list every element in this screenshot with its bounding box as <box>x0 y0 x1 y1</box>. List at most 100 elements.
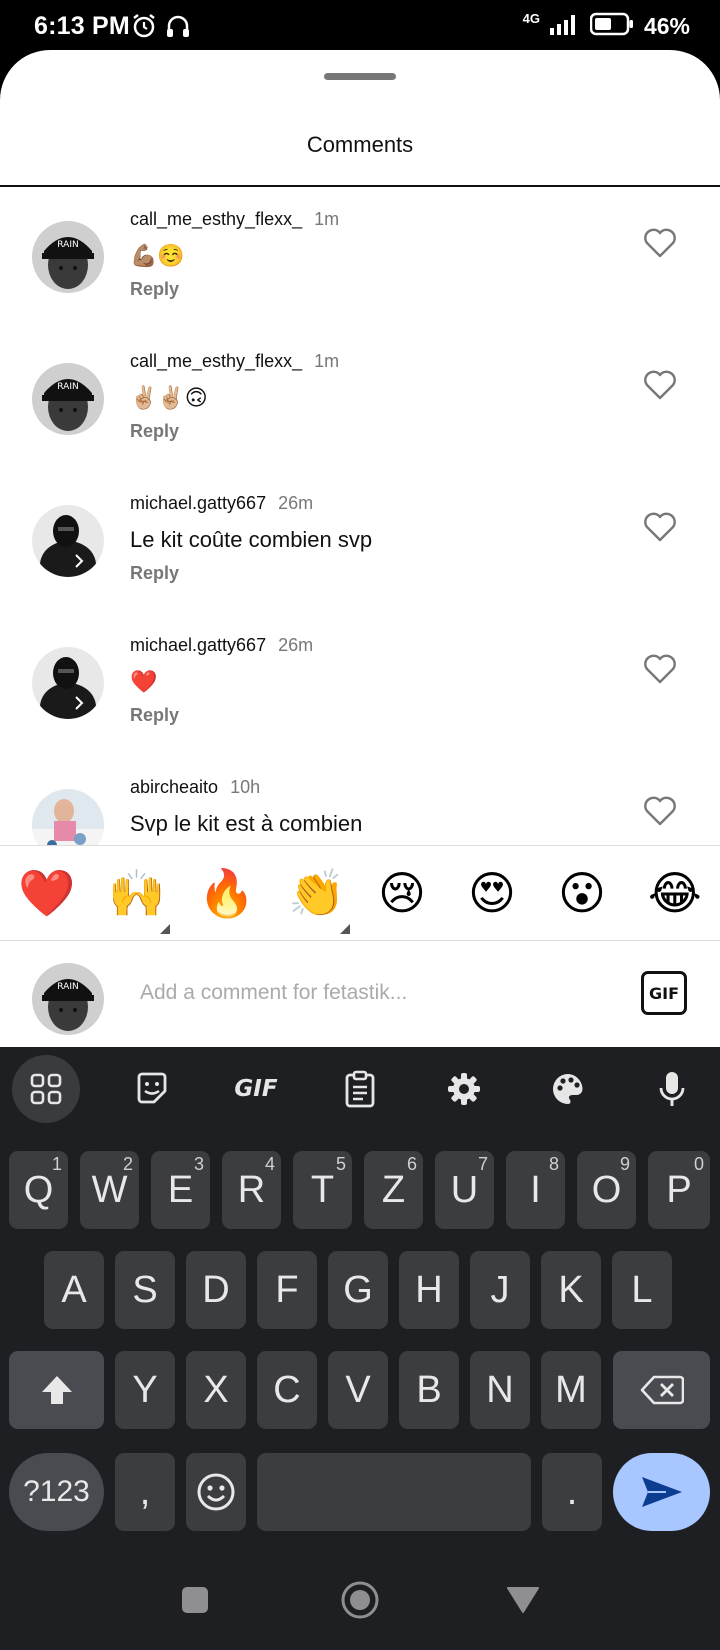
comma-key[interactable]: , <box>115 1453 175 1531</box>
emoji-crying[interactable]: 😢 <box>378 870 426 916</box>
status-time: 6:13 PM <box>34 12 130 40</box>
key-u[interactable]: U7 <box>435 1151 494 1229</box>
comments-sheet: Comments RAIN call_me_esthy_flexx_ 1m 💪🏽☺… <box>0 50 720 1047</box>
period-key[interactable]: . <box>542 1453 602 1531</box>
comment-username[interactable]: michael.gatty667 <box>130 635 266 655</box>
key-k[interactable]: K <box>541 1251 601 1329</box>
settings-gear-icon[interactable] <box>430 1055 498 1123</box>
emoji-laughing-tears[interactable]: 😂 <box>648 870 702 916</box>
key-o[interactable]: O9 <box>577 1151 636 1229</box>
key-b[interactable]: B <box>399 1351 459 1429</box>
comment-input[interactable] <box>140 975 600 1011</box>
comment-item: michael.gatty667 26m ❤️ Reply <box>0 613 720 755</box>
apps-grid-icon[interactable] <box>12 1055 80 1123</box>
comment-item: michael.gatty667 26m Le kit coûte combien… <box>0 471 720 613</box>
microphone-icon[interactable] <box>638 1055 706 1123</box>
sheet-title: Comments <box>306 132 414 157</box>
key-s[interactable]: S <box>115 1251 175 1329</box>
reply-button[interactable]: Reply <box>130 279 179 300</box>
like-heart-icon[interactable] <box>643 370 677 400</box>
key-j[interactable]: J <box>470 1251 530 1329</box>
backspace-icon <box>640 1375 684 1405</box>
system-nav-bar <box>0 1552 720 1650</box>
like-heart-icon[interactable] <box>643 228 677 258</box>
recents-square-icon[interactable] <box>181 1586 209 1619</box>
avatar[interactable] <box>32 647 104 719</box>
emoji-quick-bar: ❤️ 🙌 🔥 👏 😢 😍 😮 😂 <box>0 850 720 940</box>
emoji-key[interactable] <box>186 1453 246 1531</box>
key-g[interactable]: G <box>328 1251 388 1329</box>
back-triangle-icon[interactable] <box>506 1586 540 1619</box>
like-heart-icon[interactable] <box>643 654 677 684</box>
reply-button[interactable]: Reply <box>130 705 179 726</box>
shift-arrow-icon <box>41 1376 72 1404</box>
comment-username[interactable]: call_me_esthy_flexx_ <box>130 351 302 371</box>
gif-button[interactable]: GIF <box>641 971 687 1015</box>
emoji-clapping[interactable]: 👏 <box>288 870 345 916</box>
reply-button[interactable]: Reply <box>130 563 179 584</box>
key-h[interactable]: H <box>399 1251 459 1329</box>
comment-item: RAIN call_me_esthy_flexx_ 1m 💪🏽☺️ Reply <box>0 187 720 329</box>
key-m[interactable]: M <box>541 1351 601 1429</box>
comment-composer: RAIN GIF <box>0 941 720 1047</box>
clipboard-icon[interactable] <box>326 1055 394 1123</box>
svg-text:RAIN: RAIN <box>57 982 78 992</box>
backspace-key[interactable] <box>613 1351 710 1429</box>
key-e[interactable]: E3 <box>151 1151 210 1229</box>
shift-key[interactable] <box>9 1351 104 1429</box>
theme-palette-icon[interactable] <box>534 1055 602 1123</box>
key-v[interactable]: V <box>328 1351 388 1429</box>
alarm-icon <box>130 12 158 45</box>
key-n[interactable]: N <box>470 1351 530 1429</box>
svg-text:RAIN: RAIN <box>57 382 78 392</box>
emoji-divider-top <box>0 845 720 846</box>
gif-icon[interactable]: GIF <box>222 1055 290 1123</box>
like-heart-icon[interactable] <box>643 796 677 826</box>
key-w[interactable]: W2 <box>80 1151 139 1229</box>
key-a[interactable]: A <box>44 1251 104 1329</box>
comment-username[interactable]: abircheaito <box>130 777 218 797</box>
drag-handle[interactable] <box>324 73 396 80</box>
comment-username[interactable]: michael.gatty667 <box>130 493 266 513</box>
battery-percent: 46% <box>643 13 690 39</box>
comment-time: 1m <box>314 351 340 371</box>
key-q[interactable]: Q1 <box>9 1151 68 1229</box>
symbols-key[interactable]: ?123 <box>9 1453 104 1531</box>
skin-tone-indicator-icon <box>160 924 170 934</box>
key-c[interactable]: C <box>257 1351 317 1429</box>
key-r[interactable]: R4 <box>222 1151 281 1229</box>
key-z[interactable]: Z6 <box>364 1151 423 1229</box>
emoji-heart-eyes[interactable]: 😍 <box>468 870 516 916</box>
emoji-raising-hands[interactable]: 🙌 <box>108 870 165 916</box>
space-bar[interactable] <box>257 1453 531 1531</box>
comment-item: abircheaito 10h Svp le kit est à combien <box>0 755 720 845</box>
key-i[interactable]: I8 <box>506 1151 565 1229</box>
emoji-heart[interactable]: ❤️ <box>18 870 75 916</box>
comments-list[interactable]: RAIN call_me_esthy_flexx_ 1m 💪🏽☺️ Reply R… <box>0 187 720 845</box>
like-heart-icon[interactable] <box>643 512 677 542</box>
avatar[interactable] <box>32 789 104 845</box>
key-p[interactable]: P0 <box>648 1151 710 1229</box>
comment-text: Le kit coûte combien svp <box>130 527 373 552</box>
avatar[interactable]: RAIN <box>32 221 104 293</box>
comment-item: RAIN call_me_esthy_flexx_ 1m ✌🏼✌🏼🙃 Reply <box>0 329 720 471</box>
key-f[interactable]: F <box>257 1251 317 1329</box>
comment-username[interactable]: call_me_esthy_flexx_ <box>130 209 302 229</box>
send-arrow-icon <box>641 1477 682 1507</box>
avatar[interactable]: RAIN <box>32 363 104 435</box>
send-key[interactable] <box>613 1453 710 1531</box>
sticker-icon[interactable] <box>118 1055 186 1123</box>
emoji-surprised[interactable]: 😮 <box>558 870 606 916</box>
key-y[interactable]: Y <box>115 1351 175 1429</box>
my-avatar: RAIN <box>32 963 104 1035</box>
key-t[interactable]: T5 <box>293 1151 352 1229</box>
reply-button[interactable]: Reply <box>130 421 179 442</box>
home-circle-icon[interactable] <box>340 1580 380 1625</box>
keyboard-toolbar: GIF <box>0 1047 720 1137</box>
emoji-fire[interactable]: 🔥 <box>198 870 255 916</box>
key-l[interactable]: L <box>612 1251 672 1329</box>
key-x[interactable]: X <box>186 1351 246 1429</box>
svg-text:RAIN: RAIN <box>57 240 78 250</box>
key-d[interactable]: D <box>186 1251 246 1329</box>
avatar[interactable] <box>32 505 104 577</box>
